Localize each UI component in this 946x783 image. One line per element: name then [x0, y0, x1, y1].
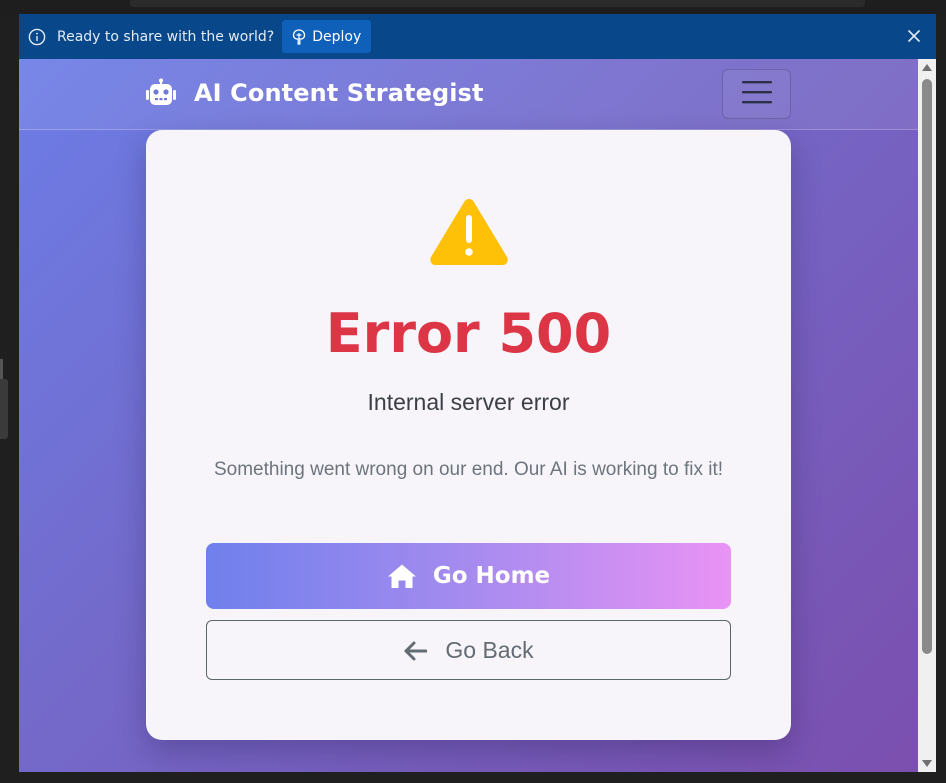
- error-card: Error 500 Internal server error Somethin…: [146, 130, 791, 740]
- brand-title: AI Content Strategist: [194, 79, 484, 107]
- scroll-up-arrow-icon[interactable]: [922, 64, 932, 71]
- window-top-strip: [0, 0, 946, 14]
- warning-triangle-icon: [428, 195, 510, 267]
- app-viewport: AI Content Strategist Error 500 Internal…: [19, 59, 918, 772]
- navbar: AI Content Strategist: [19, 59, 918, 130]
- deploy-label: Deploy: [312, 28, 362, 45]
- hamburger-menu-icon: [741, 79, 773, 109]
- deploy-banner: Ready to share with the world? Deploy: [19, 14, 936, 59]
- go-back-label: Go Back: [445, 636, 534, 663]
- scroll-down-arrow-icon[interactable]: [922, 760, 932, 767]
- panel-divider-mark: [0, 359, 3, 381]
- robot-icon: [145, 78, 177, 108]
- close-icon[interactable]: [906, 28, 922, 44]
- error-description: Something went wrong on our end. Our AI …: [213, 459, 724, 480]
- bottom-panel-edge: [0, 772, 946, 783]
- go-back-button[interactable]: Go Back: [206, 620, 731, 680]
- tab-edge: [130, 0, 865, 7]
- info-icon: [28, 28, 46, 46]
- brand[interactable]: AI Content Strategist: [145, 78, 484, 108]
- home-icon: [387, 563, 417, 589]
- left-panel-edge: [0, 14, 19, 783]
- deploy-button[interactable]: Deploy: [282, 20, 372, 53]
- vertical-scrollbar[interactable]: [918, 59, 936, 772]
- go-home-label: Go Home: [432, 563, 551, 589]
- right-panel-edge: [936, 14, 946, 783]
- error-subtitle: Internal server error: [367, 389, 570, 415]
- panel-scroll-mark: [0, 379, 8, 439]
- arrow-left-icon: [403, 640, 428, 661]
- navbar-toggler-button[interactable]: [722, 69, 791, 119]
- error-title: Error 500: [325, 302, 612, 365]
- banner-message: Ready to share with the world?: [57, 28, 275, 45]
- go-home-button[interactable]: Go Home: [206, 543, 731, 609]
- deploy-icon: [292, 28, 306, 45]
- scrollbar-thumb[interactable]: [922, 79, 932, 654]
